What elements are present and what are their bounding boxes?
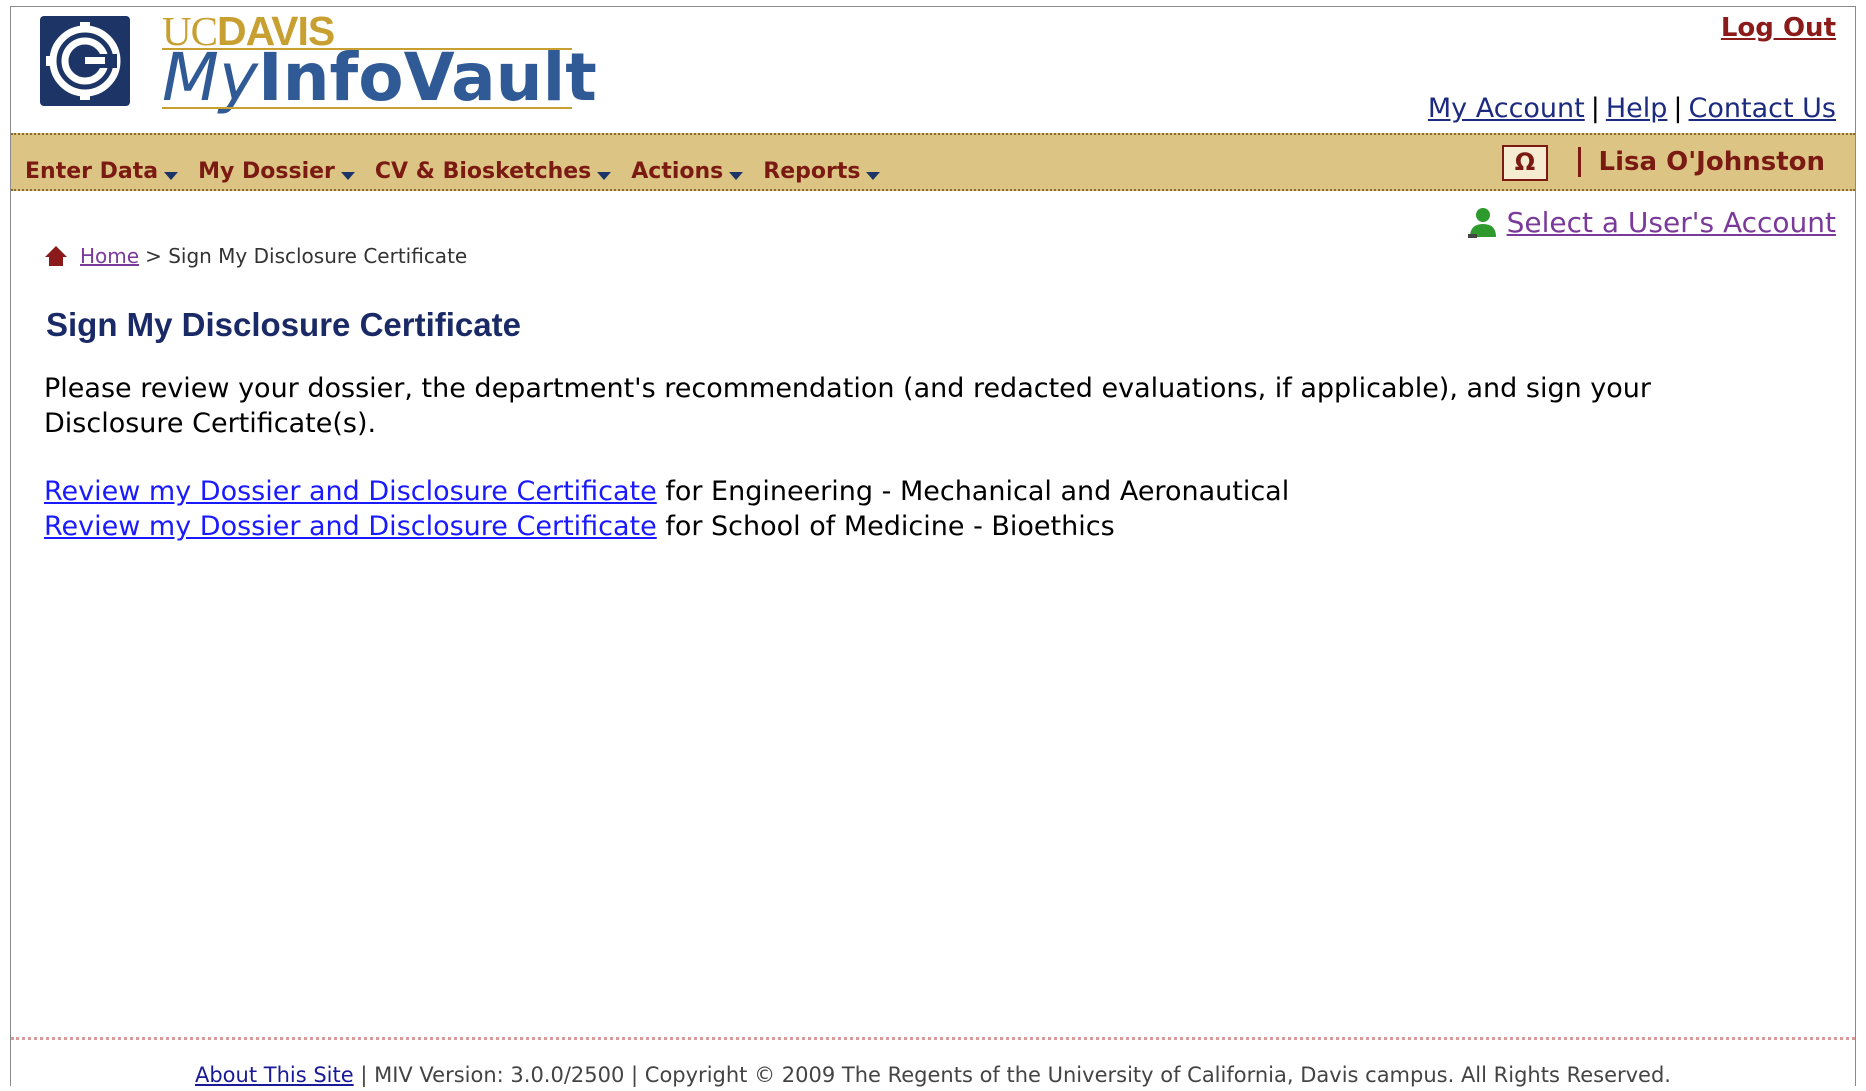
about-this-site-link[interactable]: About This Site <box>195 1063 354 1087</box>
chevron-down-icon <box>597 172 612 180</box>
nav-enter-data[interactable]: Enter Data <box>25 159 179 184</box>
review-dossier-link-engineering[interactable]: Review my Dossier and Disclosure Certifi… <box>44 476 657 507</box>
nav-actions[interactable]: Actions <box>631 159 744 184</box>
chevron-down-icon <box>866 172 881 180</box>
footer-text: | MIV Version: 3.0.0/2500 | Copyright © … <box>353 1063 1671 1087</box>
nav-my-dossier[interactable]: My Dossier <box>198 159 355 184</box>
footer: About This Site | MIV Version: 3.0.0/250… <box>0 1063 1866 1087</box>
current-user-name: Lisa O'Johnston <box>1598 147 1825 177</box>
brand-rule <box>162 107 572 109</box>
header-links: My Account | Help | Contact Us <box>1427 93 1836 124</box>
chevron-down-icon <box>729 172 744 180</box>
myinfovault-wordmark: MyInfoVault <box>162 39 597 116</box>
main-nav-bar: Enter Data My Dossier CV & Biosketches A… <box>11 133 1855 191</box>
list-item: Review my Dossier and Disclosure Certifi… <box>44 511 1115 542</box>
logout-link[interactable]: Log Out <box>1721 13 1836 43</box>
user-icon <box>1467 207 1496 238</box>
footer-divider <box>11 1037 1855 1040</box>
chevron-down-icon <box>164 172 179 180</box>
special-characters-button[interactable]: Ω <box>1502 145 1548 181</box>
my-account-link[interactable]: My Account <box>1428 93 1585 124</box>
myinfovault-logo-icon <box>40 16 130 106</box>
help-link[interactable]: Help <box>1606 93 1668 124</box>
divider <box>1578 147 1581 177</box>
select-user-account-link[interactable]: Select a User's Account <box>1467 206 1836 239</box>
list-item: Review my Dossier and Disclosure Certifi… <box>44 476 1290 507</box>
breadcrumb-current: Sign My Disclosure Certificate <box>168 244 468 268</box>
home-icon <box>45 246 67 266</box>
review-dossier-link-medicine[interactable]: Review my Dossier and Disclosure Certifi… <box>44 511 657 542</box>
chevron-down-icon <box>340 172 355 180</box>
intro-text: Please review your dossier, the departme… <box>44 373 1652 439</box>
review-links-list: Review my Dossier and Disclosure Certifi… <box>44 474 1289 544</box>
breadcrumb: Home > Sign My Disclosure Certificate <box>44 244 467 268</box>
nav-cv-biosketches[interactable]: CV & Biosketches <box>375 159 612 184</box>
nav-reports[interactable]: Reports <box>763 159 881 184</box>
breadcrumb-home-link[interactable]: Home <box>80 244 139 268</box>
contact-us-link[interactable]: Contact Us <box>1689 93 1836 124</box>
page-title: Sign My Disclosure Certificate <box>46 306 521 343</box>
